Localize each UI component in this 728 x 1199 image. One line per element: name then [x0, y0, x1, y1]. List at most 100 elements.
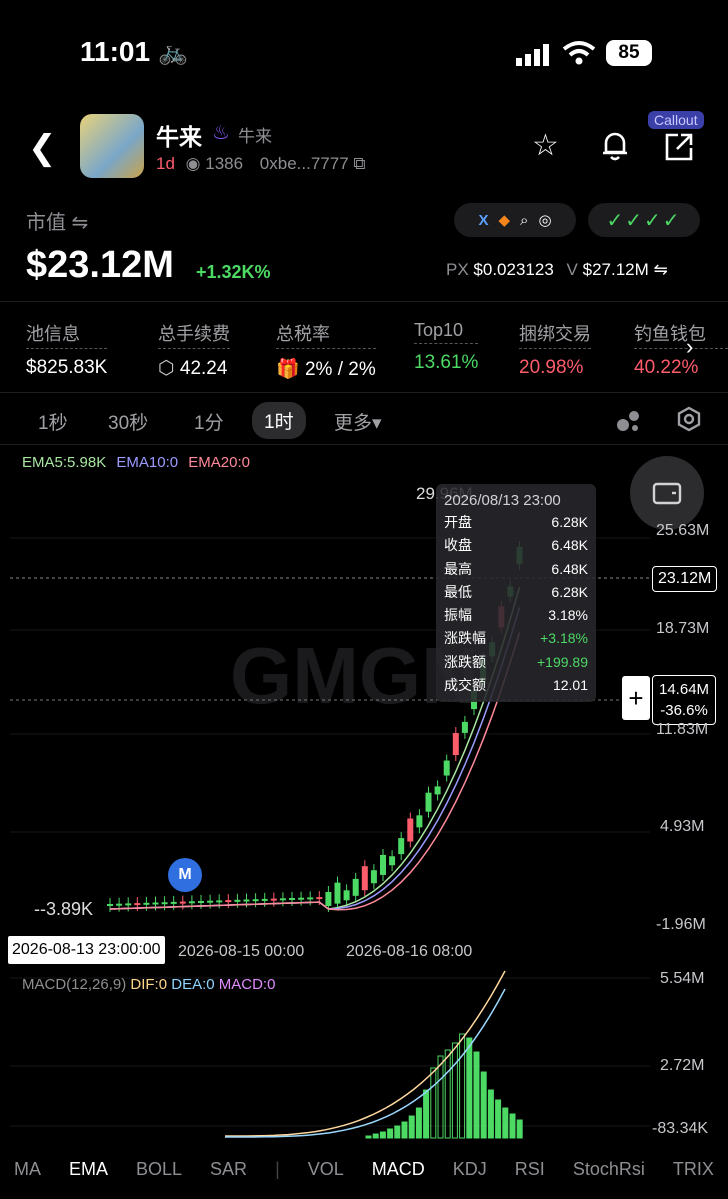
stat-bundle[interactable]: 捆绑交易 20.98% — [519, 320, 591, 379]
y-label: -1.96M — [656, 916, 706, 933]
crosshair-value-tag: 14.64M -36.6% — [652, 675, 717, 725]
ema10-label: EMA10:0 — [116, 454, 179, 471]
bell-icon[interactable] — [600, 130, 630, 170]
indicator-tab-macd[interactable]: MACD — [372, 1159, 425, 1180]
tooltip-row: 开盘 6.28K — [436, 511, 596, 534]
tab-more[interactable]: 更多▾ — [334, 408, 382, 435]
search-icon[interactable]: ⌕ — [520, 212, 528, 229]
tab-1m[interactable]: 1分 — [194, 408, 224, 435]
tab-1h[interactable]: 1时 — [252, 402, 306, 439]
stat-label: 总手续费 — [158, 320, 230, 349]
macd-bar — [423, 1089, 430, 1139]
battery-icon: 85 — [606, 40, 652, 66]
ema5-label: EMA5:5.98K — [22, 454, 107, 471]
token-views: 1386 — [205, 154, 244, 173]
token-age: 1d — [156, 154, 175, 173]
tooltip-key: 最高 — [444, 560, 472, 577]
wallet-button[interactable] — [630, 456, 704, 530]
indicator-tab-sar[interactable]: SAR — [210, 1159, 247, 1180]
add-order-button[interactable]: + — [622, 676, 650, 720]
candle-body — [389, 856, 396, 866]
divider — [0, 301, 728, 302]
tooltip-row: 最高 6.48K — [436, 558, 596, 581]
indicator-tab-trix[interactable]: TRIX — [673, 1159, 714, 1180]
back-icon[interactable]: ❮ — [28, 128, 57, 168]
tooltip-val: 6.28K — [551, 583, 588, 600]
globe-icon[interactable]: ◎ — [538, 211, 551, 229]
crosshair-value: 14.64M — [659, 681, 710, 698]
star-icon[interactable]: ☆ — [532, 128, 559, 163]
macd-y-label: 2.72M — [660, 1057, 705, 1074]
macd-bar — [415, 1107, 422, 1139]
wifi-icon — [562, 40, 596, 71]
candle-body — [152, 902, 159, 905]
candle-body — [425, 792, 432, 812]
copy-icon[interactable]: ⧉ — [353, 154, 365, 173]
tab-1s[interactable]: 1秒 — [38, 408, 68, 435]
tooltip-row: 涨跌幅 +3.18% — [436, 627, 596, 650]
x-label: 2026-08-16 08:00 — [346, 943, 473, 960]
x-icon[interactable]: X — [478, 212, 488, 229]
stat-phishing[interactable]: 钓鱼钱包 40.22% — [634, 320, 728, 379]
indicator-tab-kdj[interactable]: KDJ — [453, 1159, 487, 1180]
candle-body — [343, 890, 350, 901]
stat-tax[interactable]: 总税率 🎁 2% / 2% — [276, 320, 376, 381]
tooltip-val: +3.18% — [540, 630, 588, 647]
tooltip-row: 涨跌额 +199.89 — [436, 651, 596, 674]
chevron-right-icon[interactable]: › — [686, 334, 693, 360]
stat-pool[interactable]: 池信息 $825.83K — [26, 320, 108, 379]
candle-body — [416, 815, 423, 828]
stat-fees[interactable]: 总手续费 ⬡ 42.24 — [158, 320, 230, 380]
candle-body — [461, 721, 468, 733]
tooltip-row: 最低 6.28K — [436, 581, 596, 604]
social-links[interactable]: X ◆ ⌕ ◎ — [454, 203, 576, 237]
metamask-icon[interactable]: ◆ — [498, 211, 510, 229]
candle-body — [188, 901, 195, 904]
token-name: 牛来 — [156, 124, 202, 150]
candle-body — [252, 899, 259, 902]
candle-body — [434, 786, 441, 795]
divider — [0, 392, 728, 393]
volume-value[interactable]: $27.12M ⇋ — [583, 260, 668, 279]
indicator-tab-rsi[interactable]: RSI — [515, 1159, 545, 1180]
audit-checks[interactable]: ✓✓✓✓ — [588, 203, 700, 237]
indicator-tabs: MA EMA BOLL SAR | VOL MACD KDJ RSI StochRsi TRIX — [0, 1140, 728, 1199]
crosshair-pct: -36.6% — [660, 702, 708, 719]
candle-body — [316, 897, 323, 900]
indicators-icon[interactable] — [616, 408, 640, 437]
macd-bar — [408, 1115, 415, 1139]
event-marker[interactable]: M — [168, 858, 202, 892]
indicator-tab-boll[interactable]: BOLL — [136, 1159, 182, 1180]
macd-value-label: MACD:0 — [218, 976, 276, 993]
tab-30s[interactable]: 30秒 — [108, 408, 148, 435]
stat-value: 20.98% — [519, 357, 584, 378]
indicator-tab-ema[interactable]: EMA — [69, 1159, 108, 1180]
mcap-label[interactable]: 市值 ⇋ — [26, 206, 88, 235]
macd-y-label: -83.34K — [652, 1120, 709, 1137]
token-address[interactable]: 0xbe...7777 — [260, 154, 349, 173]
divider — [0, 444, 728, 445]
candle-body — [307, 897, 314, 900]
macd-bar — [502, 1107, 509, 1139]
dea-line — [225, 988, 506, 1138]
candle-body — [170, 901, 177, 904]
candle-body — [289, 898, 295, 900]
price-chart[interactable]: GMGN — [0, 448, 728, 938]
stat-top10[interactable]: Top10 13.61% — [414, 320, 479, 374]
indicator-tab-stochrsi[interactable]: StochRsi — [573, 1159, 645, 1180]
settings-icon[interactable] — [676, 406, 702, 437]
share-icon[interactable] — [664, 132, 694, 170]
tooltip-val: +199.89 — [537, 653, 588, 670]
candle-body — [352, 878, 359, 896]
candle-body — [370, 870, 377, 884]
macd-bar — [451, 1042, 458, 1139]
callout-badge[interactable]: Callout — [648, 111, 704, 129]
candle-body — [243, 899, 250, 902]
eye-icon: ◉ — [185, 154, 201, 173]
indicator-tab-ma[interactable]: MA — [14, 1159, 41, 1180]
candle-body — [198, 901, 204, 903]
candle-body — [225, 900, 232, 903]
macd-bar — [487, 1089, 494, 1139]
stat-label: 总税率 — [276, 320, 376, 349]
indicator-tab-vol[interactable]: VOL — [308, 1159, 344, 1180]
